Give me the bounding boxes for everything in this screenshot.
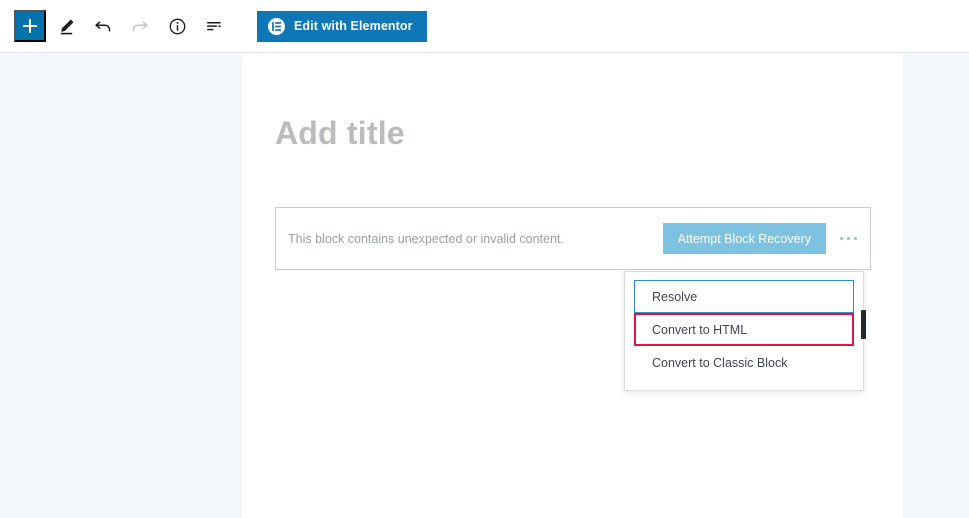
ellipsis-dots bbox=[839, 237, 857, 240]
more-options-ellipsis-icon[interactable] bbox=[826, 217, 870, 261]
info-icon[interactable] bbox=[160, 9, 194, 43]
block-options-dropdown: Resolve Convert to HTML Convert to Class… bbox=[624, 271, 864, 391]
vertical-scrollbar-thumb[interactable] bbox=[861, 310, 866, 339]
pencil-icon[interactable] bbox=[49, 9, 83, 43]
edit-with-elementor-label: Edit with Elementor bbox=[294, 19, 413, 33]
post-title-placeholder[interactable]: Add title bbox=[275, 115, 405, 152]
attempt-block-recovery-button[interactable]: Attempt Block Recovery bbox=[662, 223, 826, 254]
menu-item-resolve[interactable]: Resolve bbox=[634, 280, 854, 313]
canvas-right-gutter bbox=[903, 53, 969, 518]
canvas-left-gutter bbox=[0, 53, 242, 518]
editor-toolbar: Edit with Elementor bbox=[0, 0, 969, 53]
menu-item-convert-to-html[interactable]: Convert to HTML bbox=[634, 313, 854, 346]
elementor-logo-icon bbox=[268, 17, 285, 35]
invalid-block-container[interactable]: This block contains unexpected or invali… bbox=[275, 207, 871, 270]
edit-with-elementor-button[interactable]: Edit with Elementor bbox=[257, 10, 427, 42]
redo-icon bbox=[123, 9, 157, 43]
add-block-button[interactable] bbox=[14, 10, 46, 42]
undo-icon[interactable] bbox=[86, 9, 120, 43]
menu-item-convert-to-classic-block[interactable]: Convert to Classic Block bbox=[634, 346, 854, 379]
invalid-block-message: This block contains unexpected or invali… bbox=[288, 231, 564, 246]
outline-icon[interactable] bbox=[197, 9, 231, 43]
